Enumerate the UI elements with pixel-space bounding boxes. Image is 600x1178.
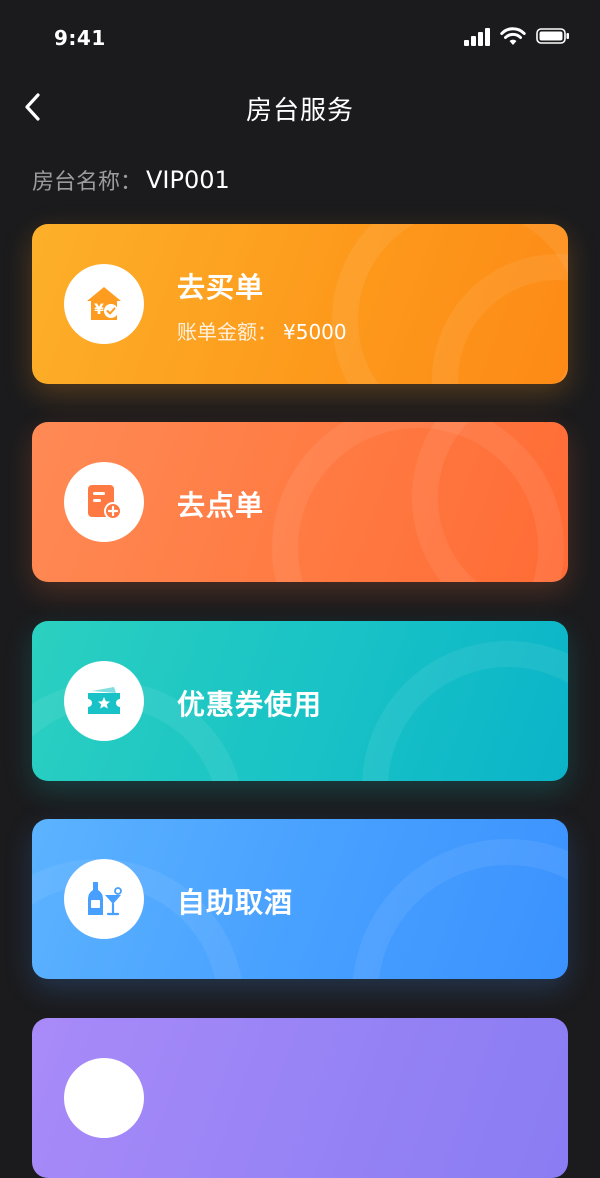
signal-icon	[464, 28, 492, 46]
nav-bar: 房台服务	[0, 76, 600, 138]
self-wine-card[interactable]: 自助取酒	[32, 819, 568, 979]
coupon-card[interactable]: 优惠券使用	[32, 621, 568, 781]
icon-circle	[64, 661, 144, 741]
icon-circle	[64, 1058, 144, 1138]
bill-house-icon: ¥	[87, 287, 121, 320]
card-title: 去点单	[177, 489, 265, 522]
wifi-icon	[500, 27, 526, 45]
icon-circle: ¥	[64, 264, 144, 344]
status-icons	[464, 26, 574, 50]
wine-icon	[88, 882, 122, 916]
card-decoration	[412, 422, 568, 582]
card-title: 优惠券使用	[177, 688, 323, 721]
room-info: 房台名称： VIP001	[32, 164, 230, 198]
icon-circle	[64, 462, 144, 542]
svg-text:¥: ¥	[94, 302, 104, 318]
status-time: 9:41	[54, 26, 106, 50]
room-name-label: 房台名称：	[32, 170, 143, 195]
card-decoration	[362, 641, 568, 781]
order-add-icon	[88, 485, 122, 520]
service-card-5[interactable]	[32, 1018, 568, 1178]
order-card[interactable]: 去点单	[32, 422, 568, 582]
card-title: 去买单	[177, 271, 265, 304]
room-name-value: VIP001	[146, 166, 230, 194]
icon-circle	[64, 859, 144, 939]
pay-bill-card[interactable]: ¥ 去买单 账单金额： ¥5000	[32, 224, 568, 384]
bill-amount: 账单金额： ¥5000	[177, 316, 347, 345]
coupon-icon	[88, 687, 120, 714]
card-title: 自助取酒	[177, 886, 294, 919]
page-title: 房台服务	[245, 96, 354, 126]
battery-icon	[536, 28, 569, 44]
card-decoration	[352, 839, 568, 979]
bill-amount-value: ¥5000	[283, 320, 347, 344]
status-bar: 9:41	[0, 0, 600, 76]
bill-amount-label: 账单金额：	[177, 320, 277, 344]
